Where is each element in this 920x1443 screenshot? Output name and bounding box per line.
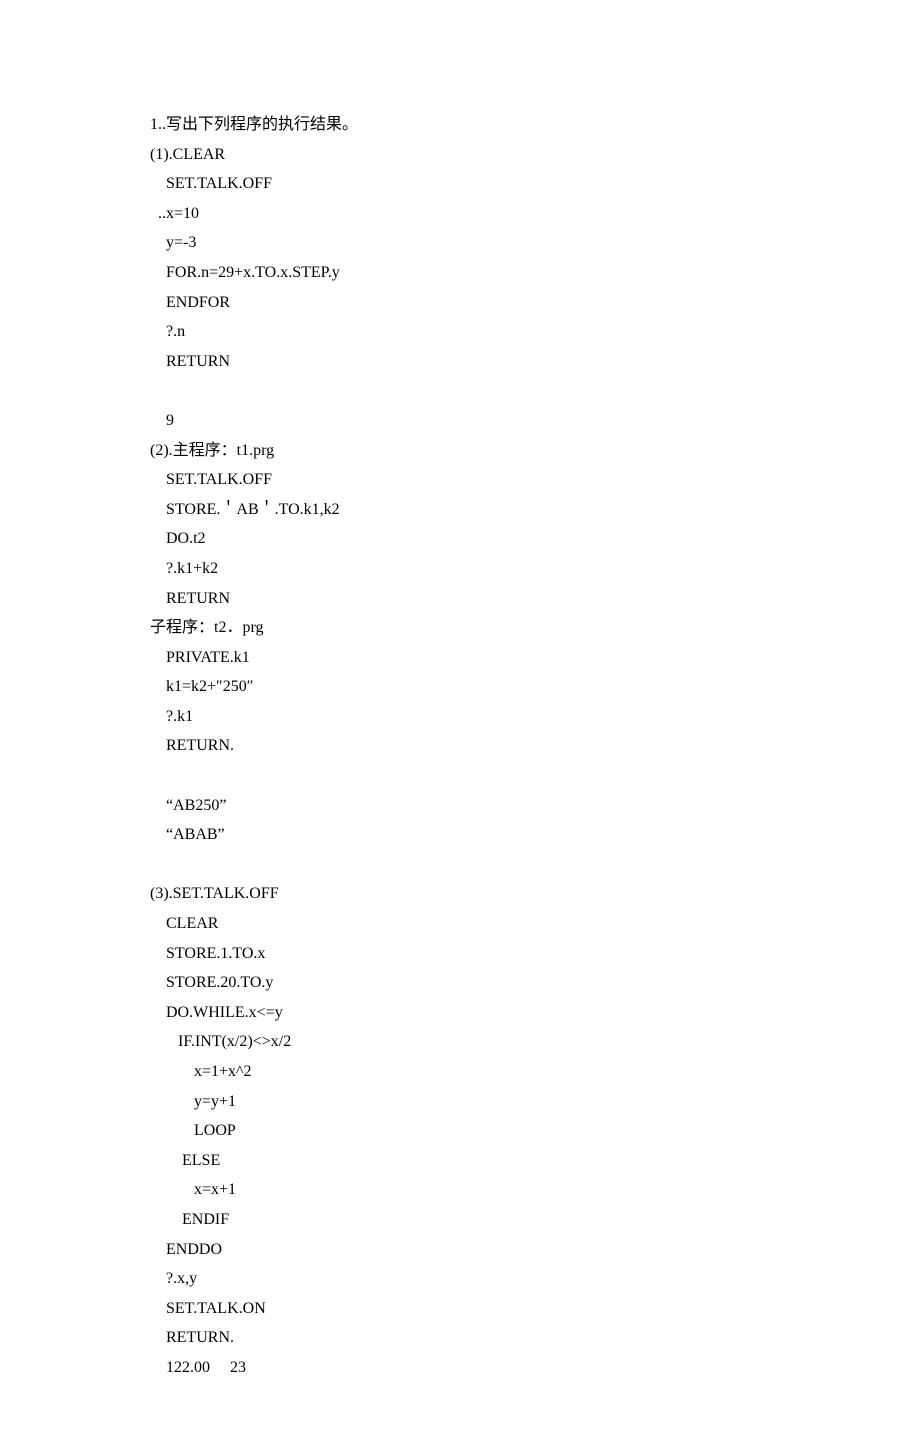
code-line: ?.n bbox=[150, 317, 920, 347]
blank-line bbox=[150, 850, 920, 880]
code-line: STORE.＇AB＇.TO.k1,k2 bbox=[150, 495, 920, 525]
code-line: ?.k1+k2 bbox=[150, 554, 920, 584]
code-line: ENDDO bbox=[150, 1235, 920, 1265]
result-line: 9 bbox=[150, 406, 920, 436]
section-2-header: (2).主程序：t1.prg bbox=[150, 436, 920, 466]
code-line: DO.WHILE.x<=y bbox=[150, 998, 920, 1028]
code-line: ..x=10 bbox=[150, 199, 920, 229]
result-line: 122.00 23 bbox=[150, 1353, 920, 1383]
code-line: SET.TALK.OFF bbox=[150, 169, 920, 199]
document-page: 1..写出下列程序的执行结果。 (1).CLEAR SET.TALK.OFF .… bbox=[0, 0, 920, 1443]
code-line: LOOP bbox=[150, 1116, 920, 1146]
result-line: “AB250” bbox=[150, 791, 920, 821]
code-line: CLEAR bbox=[150, 909, 920, 939]
code-line: RETURN bbox=[150, 584, 920, 614]
blank-line bbox=[150, 376, 920, 406]
code-line: DO.t2 bbox=[150, 524, 920, 554]
code-line: STORE.1.TO.x bbox=[150, 939, 920, 969]
code-line: y=y+1 bbox=[150, 1087, 920, 1117]
code-line: SET.TALK.ON bbox=[150, 1294, 920, 1324]
code-line: PRIVATE.k1 bbox=[150, 643, 920, 673]
code-line: RETURN. bbox=[150, 731, 920, 761]
code-line: ENDFOR bbox=[150, 288, 920, 318]
code-line: k1=k2+″250″ bbox=[150, 672, 920, 702]
code-line: ENDIF bbox=[150, 1205, 920, 1235]
code-line: RETURN bbox=[150, 347, 920, 377]
section-1-header: (1).CLEAR bbox=[150, 140, 920, 170]
code-line: ELSE bbox=[150, 1146, 920, 1176]
code-line: x=x+1 bbox=[150, 1175, 920, 1205]
blank-line bbox=[150, 761, 920, 791]
code-line: IF.INT(x/2)<>x/2 bbox=[150, 1027, 920, 1057]
code-line: y=-3 bbox=[150, 228, 920, 258]
code-line: ?.x,y bbox=[150, 1264, 920, 1294]
page-title: 1..写出下列程序的执行结果。 bbox=[150, 110, 920, 140]
result-line: “ABAB” bbox=[150, 820, 920, 850]
code-line: x=1+x^2 bbox=[150, 1057, 920, 1087]
code-line: SET.TALK.OFF bbox=[150, 465, 920, 495]
code-line: STORE.20.TO.y bbox=[150, 968, 920, 998]
section-3-header: (3).SET.TALK.OFF bbox=[150, 879, 920, 909]
code-line: 子程序：t2．prg bbox=[150, 613, 920, 643]
code-line: ?.k1 bbox=[150, 702, 920, 732]
code-line: FOR.n=29+x.TO.x.STEP.y bbox=[150, 258, 920, 288]
code-line: RETURN. bbox=[150, 1323, 920, 1353]
